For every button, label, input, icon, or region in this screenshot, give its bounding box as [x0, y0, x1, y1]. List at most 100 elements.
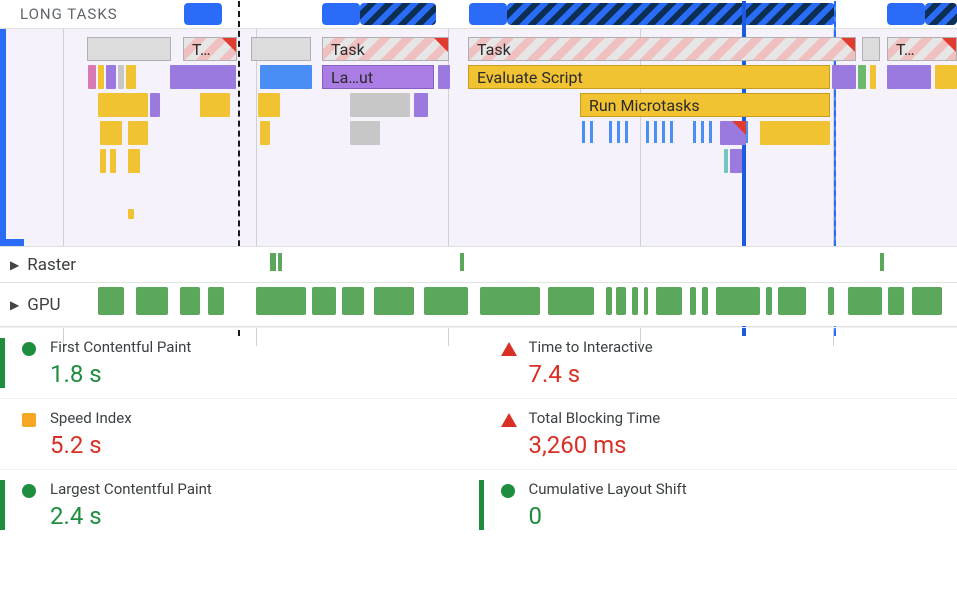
metric-accent-bar [0, 480, 5, 530]
metric-accent-bar [479, 338, 484, 388]
gpu-activity[interactable] [702, 287, 708, 315]
flame-evaluate-script[interactable]: Evaluate Script [468, 65, 830, 89]
expand-icon[interactable]: ▶ [10, 298, 19, 312]
flame-activity[interactable] [350, 93, 410, 117]
gpu-activity[interactable] [766, 287, 772, 315]
main-thread-flame-chart[interactable]: T… Task Task T… La…ut Evaluate Script [0, 28, 957, 246]
long-task-segment[interactable] [469, 3, 507, 25]
long-task-segment[interactable] [184, 3, 222, 25]
gpu-activity[interactable] [632, 287, 638, 315]
gpu-activity[interactable] [312, 287, 336, 315]
gpu-activity[interactable] [716, 287, 760, 315]
flame-activity[interactable] [258, 93, 280, 117]
metric-value: 0 [529, 502, 957, 530]
raster-activity[interactable] [278, 253, 282, 271]
flame-activity[interactable] [730, 149, 742, 173]
raster-activity[interactable] [270, 253, 276, 271]
flame-activity[interactable] [110, 149, 116, 173]
long-tasks-track[interactable]: LONG TASKS [0, 0, 957, 28]
flame-activity[interactable] [760, 121, 830, 145]
flame-activity[interactable] [935, 65, 957, 89]
metric-name: Time to Interactive [529, 338, 957, 356]
flame-activity[interactable] [100, 149, 106, 173]
gpu-activity[interactable] [912, 287, 942, 315]
gpu-activity[interactable] [778, 287, 806, 315]
expand-icon[interactable]: ▶ [10, 258, 19, 272]
long-task-blocking-segment[interactable] [507, 3, 835, 25]
flame-activity[interactable] [150, 93, 160, 117]
metric-lcp[interactable]: Largest Contentful Paint 2.4 s [0, 469, 479, 540]
metric-fcp[interactable]: First Contentful Paint 1.8 s [0, 327, 479, 398]
gpu-activity[interactable] [888, 287, 904, 315]
flame-activity[interactable] [128, 121, 148, 145]
long-task-segment[interactable] [322, 3, 360, 25]
metric-si[interactable]: Speed Index 5.2 s [0, 398, 479, 469]
status-good-icon [22, 342, 36, 356]
metric-cls[interactable]: Cumulative Layout Shift 0 [479, 469, 957, 540]
flame-activity[interactable] [170, 65, 236, 89]
flame-activity[interactable] [414, 93, 428, 117]
gpu-activity[interactable] [98, 287, 124, 315]
flame-run-microtasks[interactable]: Run Microtasks [580, 93, 830, 117]
gpu-activity[interactable] [374, 287, 414, 315]
flame-activity[interactable] [724, 149, 728, 173]
flame-activity[interactable] [832, 65, 856, 89]
flame-activity[interactable] [88, 65, 96, 89]
flame-task[interactable] [87, 37, 171, 61]
flame-activity[interactable] [98, 65, 104, 89]
gpu-activity[interactable] [136, 287, 168, 315]
gpu-activity[interactable] [644, 287, 648, 315]
gpu-activity[interactable] [606, 287, 612, 315]
thread-name: Raster [27, 255, 76, 275]
metric-tti[interactable]: Time to Interactive 7.4 s [479, 327, 957, 398]
raster-activity[interactable] [880, 253, 884, 271]
long-task-blocking-segment[interactable] [360, 3, 436, 25]
flame-activity[interactable] [870, 65, 876, 89]
flame-task[interactable]: T… [183, 37, 237, 61]
flame-layout[interactable]: La…ut [322, 65, 434, 89]
metric-tbt[interactable]: Total Blocking Time 3,260 ms [479, 398, 957, 469]
flame-activity[interactable] [126, 65, 136, 89]
flame-activity[interactable] [100, 121, 122, 145]
raster-activity[interactable] [460, 253, 464, 271]
flame-task[interactable]: Task [322, 37, 449, 61]
flame-task[interactable] [251, 37, 311, 61]
metric-accent-bar [0, 338, 5, 388]
flame-activity[interactable] [128, 149, 140, 173]
gpu-activity[interactable] [424, 287, 468, 315]
gpu-activity[interactable] [342, 287, 364, 315]
gpu-activity[interactable] [828, 287, 834, 315]
gpu-activity[interactable] [208, 287, 224, 315]
flame-activity[interactable] [200, 93, 230, 117]
flame-activity[interactable] [720, 121, 746, 145]
flame-activity[interactable] [887, 65, 931, 89]
gpu-activity[interactable] [256, 287, 306, 315]
flame-task[interactable]: T… [887, 37, 957, 61]
gpu-activity[interactable] [616, 287, 626, 315]
flame-activity[interactable] [98, 93, 148, 117]
gpu-activity[interactable] [548, 287, 594, 315]
flame-task[interactable]: Task [468, 37, 856, 61]
flame-activity[interactable] [106, 65, 116, 89]
gpu-thread-row[interactable]: ▶ GPU [0, 282, 957, 326]
gpu-thread-label: ▶ GPU [10, 295, 61, 315]
gpu-activity[interactable] [690, 287, 696, 315]
flame-activity[interactable] [350, 121, 380, 145]
gpu-activity[interactable] [180, 287, 200, 315]
metric-value: 1.8 s [50, 360, 479, 388]
gpu-activity[interactable] [848, 287, 882, 315]
long-task-segment[interactable] [887, 3, 925, 25]
flame-activity[interactable] [438, 65, 450, 89]
raster-thread-row[interactable]: ▶ Raster [0, 246, 957, 282]
flame-task[interactable] [862, 37, 880, 61]
flame-activity[interactable] [118, 65, 124, 89]
metric-value: 7.4 s [529, 360, 957, 388]
gpu-activity[interactable] [656, 287, 682, 315]
long-task-blocking-segment[interactable] [925, 3, 957, 25]
flame-activity[interactable] [858, 65, 866, 89]
gpu-activity[interactable] [480, 287, 540, 315]
flame-activity[interactable] [260, 65, 312, 89]
flame-activity[interactable] [260, 121, 270, 145]
flame-task-label: T… [192, 40, 211, 59]
flame-activity[interactable] [128, 209, 134, 219]
